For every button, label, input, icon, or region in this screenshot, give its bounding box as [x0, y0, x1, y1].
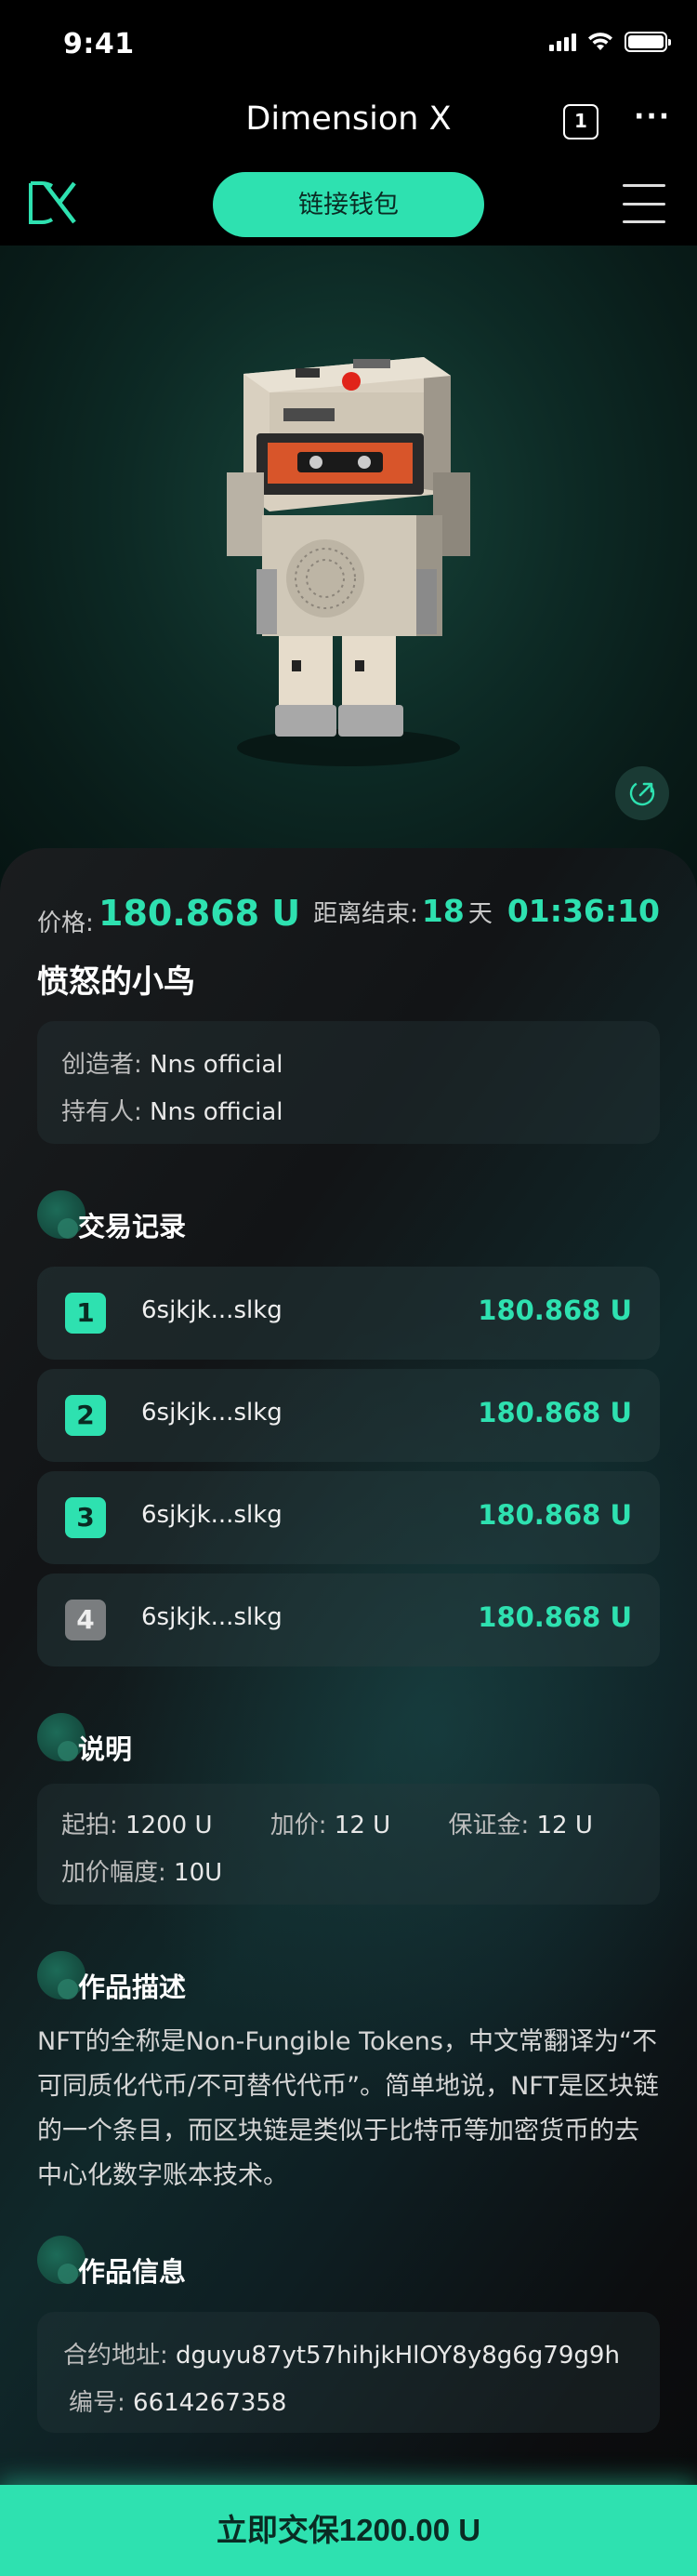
hamburger-menu-icon[interactable]: [623, 184, 665, 223]
holder-label: 持有人:: [61, 1098, 142, 1126]
raise-value: 12 U: [334, 1812, 391, 1839]
transaction-row[interactable]: 4 6sjkjk...slkg 180.868 U: [37, 1573, 660, 1666]
raise-range-value: 10U: [174, 1859, 223, 1887]
transaction-rank: 1: [65, 1293, 106, 1334]
transaction-rank: 2: [65, 1395, 106, 1436]
notes-card: 起拍: 1200 U 加价: 12 U 保证金: 12 U 加价幅度: 10U: [37, 1784, 660, 1905]
countdown-days-unit: 天: [467, 900, 493, 928]
title-bar: Dimension X 1 ···: [0, 82, 697, 164]
transaction-amount: 180.868 U: [478, 1397, 632, 1428]
transaction-address: 6sjkjk...slkg: [141, 1296, 283, 1324]
signal-icon: [549, 33, 576, 51]
status-bar: 9:41: [0, 0, 697, 82]
tab-count-button[interactable]: 1: [563, 104, 598, 139]
wifi-icon: [588, 33, 612, 50]
contract-line: 合约地址: dguyu87yt57hihjkHlOY8y8g6g79g9h: [63, 2342, 620, 2370]
share-arrow-icon: [629, 780, 655, 806]
transaction-address: 6sjkjk...slkg: [141, 1399, 283, 1427]
nav-bar: 链接钱包: [0, 164, 697, 246]
status-icons: [549, 32, 671, 52]
countdown-days: 18: [421, 893, 465, 929]
creator-value: Nns official: [150, 1051, 283, 1079]
notes-line-1: 起拍: 1200 U 加价: 12 U 保证金: 12 U: [61, 1812, 593, 1839]
description-text: NFT的全称是Non-Fungible Tokens，中文常翻译为“不可同质化代…: [37, 2027, 659, 2190]
holder-value: Nns official: [150, 1098, 283, 1126]
status-time: 9:41: [63, 28, 135, 60]
token-id-value: 6614267358: [133, 2389, 287, 2417]
holder-line: 持有人: Nns official: [61, 1093, 636, 1127]
countdown: 距离结束: 18 天 01:36:10: [313, 893, 660, 929]
deposit-value: 12 U: [536, 1812, 593, 1839]
price-value: 180.868 U: [99, 893, 301, 934]
info-card: 合约地址: dguyu87yt57hihjkHlOY8y8g6g79g9h 编号…: [37, 2312, 660, 2433]
transaction-address: 6sjkjk...slkg: [141, 1603, 283, 1631]
transaction-row[interactable]: 1 6sjkjk...slkg 180.868 U: [37, 1267, 660, 1360]
price-label: 价格:: [37, 910, 94, 937]
transaction-row[interactable]: 3 6sjkjk...slkg 180.868 U: [37, 1471, 660, 1564]
transaction-rank: 3: [65, 1497, 106, 1538]
detail-panel: 价格: 180.868 U 距离结束: 18 天 01:36:10 愤怒的小鸟 …: [0, 848, 697, 2485]
transaction-amount: 180.868 U: [478, 1499, 632, 1531]
share-button[interactable]: [615, 766, 669, 820]
transaction-row[interactable]: 2 6sjkjk...slkg 180.868 U: [37, 1369, 660, 1462]
owner-card: 创造者: Nns official 持有人: Nns official: [37, 1021, 660, 1144]
creator-line: 创造者: Nns official: [61, 1045, 636, 1080]
more-options-button[interactable]: ···: [634, 100, 671, 133]
robot-figure-image: [227, 357, 470, 766]
transaction-rank: 4: [65, 1600, 106, 1640]
item-name: 愤怒的小鸟: [37, 963, 195, 1001]
contract-address-value[interactable]: dguyu87yt57hihjkHlOY8y8g6g79g9h: [176, 2342, 620, 2370]
price-row: 价格: 180.868 U 距离结束: 18 天 01:36:10: [37, 893, 660, 939]
transaction-address: 6sjkjk...slkg: [141, 1501, 283, 1529]
creator-label: 创造者:: [61, 1051, 142, 1079]
connect-wallet-button[interactable]: 链接钱包: [213, 172, 484, 237]
countdown-time: 01:36:10: [506, 893, 660, 929]
transaction-amount: 180.868 U: [478, 1295, 632, 1326]
countdown-label: 距离结束:: [313, 900, 418, 928]
pay-deposit-button[interactable]: 立即交保1200.00 U: [0, 2485, 697, 2576]
start-price-value: 1200 U: [125, 1812, 213, 1839]
notes-line-2: 加价幅度: 10U: [61, 1859, 223, 1887]
id-line: 编号: 6614267358: [69, 2389, 287, 2417]
battery-icon: [625, 32, 671, 52]
transaction-amount: 180.868 U: [478, 1601, 632, 1633]
nft-artwork: [0, 246, 697, 896]
dx-logo-icon[interactable]: [26, 177, 78, 229]
